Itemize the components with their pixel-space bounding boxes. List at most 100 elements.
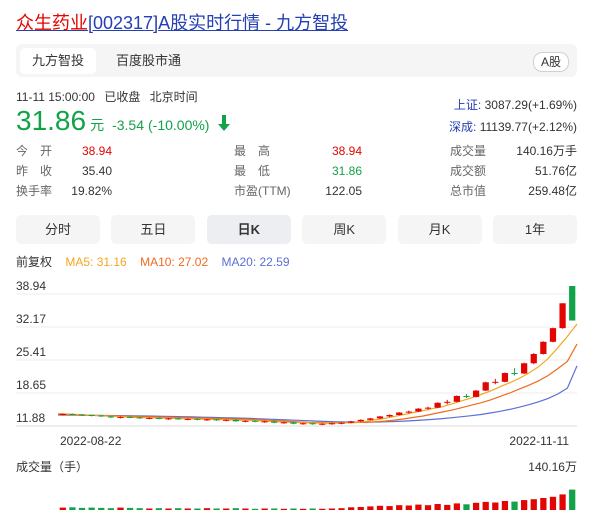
- volume-bar: [194, 508, 201, 510]
- volume-bar: [540, 498, 547, 510]
- candle-body: [290, 422, 297, 424]
- volume-bar: [348, 507, 355, 510]
- volume-bar: [242, 508, 249, 510]
- candle-body: [98, 415, 105, 417]
- volume-bar: [88, 507, 95, 510]
- candle-body: [482, 382, 489, 391]
- candle-body: [78, 414, 86, 416]
- candle-body: [338, 422, 345, 424]
- volume-bar: [357, 507, 364, 510]
- candle-body: [348, 421, 355, 423]
- volume-bar: [386, 506, 393, 510]
- candle-body: [184, 418, 191, 420]
- candle-body: [213, 419, 220, 421]
- volume-bar: [280, 508, 287, 510]
- volume-bar: [165, 508, 172, 510]
- volume-bar: [501, 501, 509, 510]
- volume-bar: [271, 508, 278, 510]
- volume-bar: [549, 496, 557, 510]
- candle-body: [569, 286, 576, 321]
- volume-bar: [376, 505, 384, 510]
- volume-bar: [290, 508, 297, 510]
- volume-max-label: 140.16万: [528, 460, 577, 474]
- volume-bar: [511, 501, 518, 510]
- candle-body: [175, 418, 182, 420]
- candle-body: [117, 416, 124, 418]
- volume-bar: [453, 503, 460, 510]
- candle-body: [242, 420, 249, 422]
- candle-body: [415, 408, 422, 412]
- candle-body: [376, 416, 384, 419]
- candle-body: [521, 363, 528, 374]
- volume-bar: [482, 501, 489, 510]
- volume-bar: [213, 508, 220, 510]
- volume-bar: [107, 508, 114, 510]
- volume-bar: [146, 508, 153, 510]
- volume-bar: [309, 508, 316, 510]
- candle-body: [549, 328, 557, 342]
- candle-body: [319, 423, 326, 425]
- candle-body: [328, 423, 336, 425]
- y-tick-label: 18.65: [16, 378, 46, 392]
- volume-bar: [319, 508, 326, 510]
- candle-body: [194, 418, 201, 420]
- candle-body: [59, 414, 66, 415]
- candle-body: [88, 414, 95, 416]
- candle-body: [299, 423, 307, 425]
- volume-bar: [251, 508, 259, 510]
- volume-bar: [569, 489, 576, 510]
- candle-body: [223, 419, 230, 421]
- volume-bar: [472, 502, 480, 510]
- volume-bar: [415, 504, 422, 510]
- ma5-line: [57, 323, 578, 424]
- candle-body: [126, 416, 134, 418]
- candle-body: [501, 373, 509, 382]
- volume-bar: [463, 504, 470, 510]
- volume-bar: [405, 505, 412, 510]
- volume-bar: [126, 507, 134, 510]
- candle-body: [511, 373, 518, 375]
- candle-body: [424, 407, 432, 409]
- volume-bar: [299, 508, 307, 510]
- candle-body: [434, 402, 441, 408]
- candle-body: [261, 421, 268, 423]
- volume-bar: [78, 507, 86, 510]
- candle-body: [165, 418, 172, 420]
- volume-bar: [492, 502, 499, 510]
- candle-body: [136, 417, 143, 419]
- candle-body: [280, 422, 287, 424]
- candle-body: [69, 414, 76, 415]
- y-tick-label: 11.88: [16, 411, 45, 425]
- volume-bar: [155, 508, 163, 510]
- y-tick-label: 25.41: [16, 345, 46, 359]
- y-tick-label: 32.17: [16, 312, 46, 326]
- x-end-label: 2022-11-11: [509, 434, 569, 448]
- volume-bar: [424, 505, 432, 510]
- candle-body: [309, 423, 316, 425]
- volume-bar: [59, 507, 66, 510]
- volume-bar: [434, 504, 441, 510]
- kline-chart[interactable]: 38.94 32.17 25.41 18.65 11.88 2022-08-22 2022-…: [0, 0, 589, 524]
- volume-bar: [444, 504, 451, 510]
- volume-bar: [184, 508, 191, 510]
- candle-body: [367, 418, 374, 420]
- volume-label: 成交量（手）: [16, 459, 88, 474]
- volume-bar: [559, 494, 566, 510]
- candle-body: [472, 390, 480, 397]
- x-start-label: 2022-08-22: [60, 434, 122, 448]
- candle-body: [492, 381, 499, 383]
- volume-bar: [367, 506, 374, 510]
- volume-bar: [396, 505, 403, 510]
- volume-bar: [98, 507, 105, 510]
- volume-bar: [530, 499, 537, 510]
- volume-bar: [232, 508, 239, 510]
- candle-body: [540, 341, 547, 354]
- candle-body: [453, 395, 460, 402]
- candle-body: [357, 419, 364, 422]
- volume-bar: [328, 508, 336, 510]
- candle-body: [530, 354, 537, 364]
- candle-body: [232, 419, 239, 422]
- volume-bar: [223, 508, 230, 510]
- ma20-line: [57, 365, 578, 423]
- volume-bar: [69, 507, 76, 510]
